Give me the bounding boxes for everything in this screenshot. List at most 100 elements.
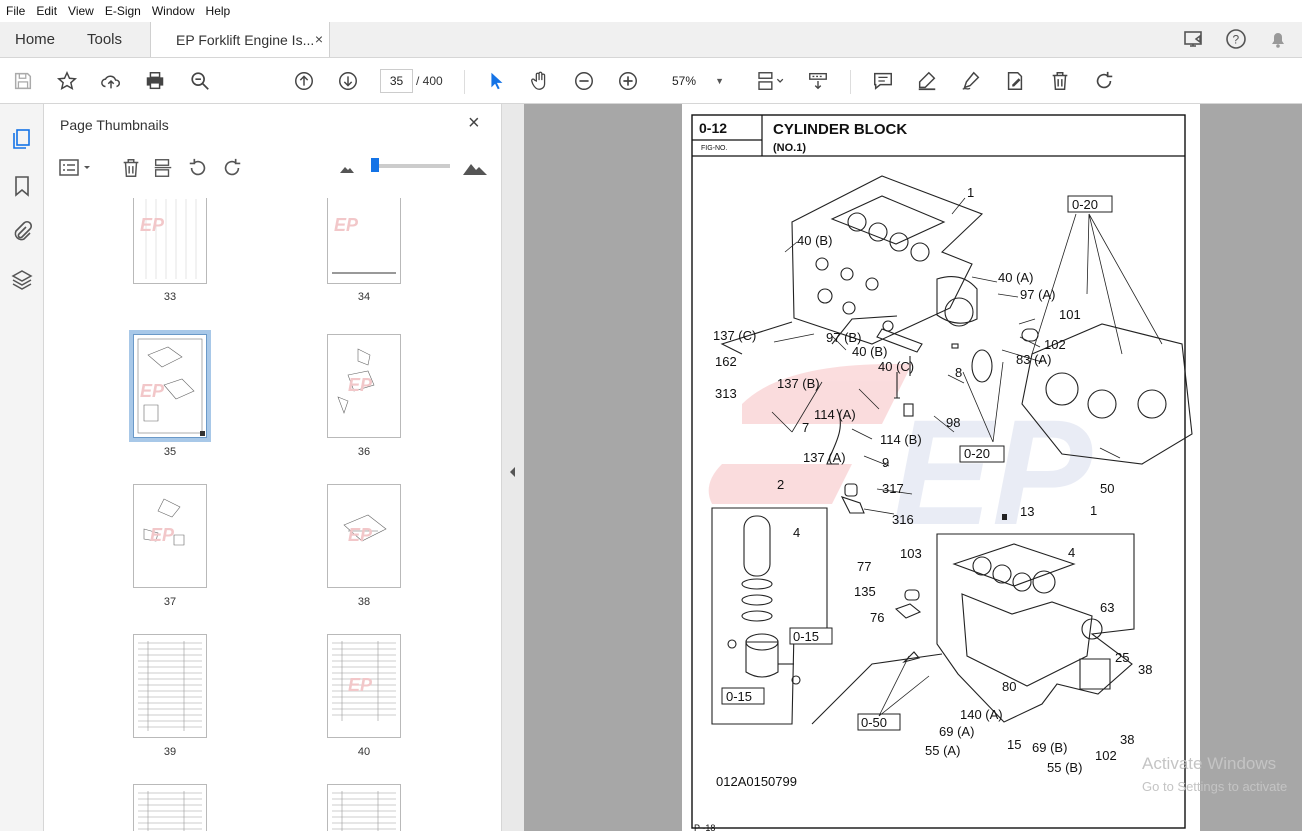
bookmark-star-button[interactable]	[53, 67, 81, 95]
previous-page-button[interactable]	[290, 67, 318, 95]
collapse-panel-icon[interactable]	[502, 462, 524, 482]
save-button[interactable]	[9, 67, 37, 95]
svg-text:EP: EP	[334, 215, 359, 235]
callout: 40 (B)	[797, 233, 832, 248]
panel-close-icon[interactable]: ×	[468, 112, 480, 135]
callout: 0-15	[793, 629, 819, 644]
sign-button[interactable]	[957, 67, 985, 95]
select-tool-button[interactable]	[482, 67, 510, 95]
thumbnail-page[interactable]: EP	[133, 198, 207, 284]
zoom-search-button[interactable]	[186, 67, 214, 95]
toolbar-divider	[464, 70, 465, 94]
bookmark-icon[interactable]	[10, 174, 34, 198]
thumbnail-page[interactable]	[327, 784, 401, 831]
thumbnail-page[interactable]: EP	[327, 198, 401, 284]
hand-icon	[531, 71, 546, 90]
tab-home[interactable]: Home	[0, 22, 72, 57]
comment-button[interactable]	[869, 67, 897, 95]
thumbnail-page[interactable]: EP	[327, 634, 401, 738]
page-number-input[interactable]: 35	[380, 69, 413, 93]
edit-pdf-button[interactable]	[1001, 67, 1029, 95]
tab-tools[interactable]: Tools	[72, 22, 150, 57]
tab-document[interactable]: EP Forklift Engine Is... ×	[150, 22, 330, 57]
callout: 317	[882, 481, 904, 496]
menu-bar: File Edit View E-Sign Window Help	[0, 0, 1302, 22]
ep-watermark-logo: EP	[708, 364, 1093, 556]
print-button[interactable]	[141, 67, 169, 95]
rotate-counterclockwise-icon[interactable]	[187, 156, 209, 180]
highlight-button[interactable]	[913, 67, 941, 95]
scroll-mode-button[interactable]	[804, 67, 832, 95]
callout: 76	[870, 610, 884, 625]
panel-title: Page Thumbnails	[60, 117, 169, 133]
thumbnail-page-selected[interactable]: EP	[129, 330, 211, 442]
menu-help[interactable]: Help	[206, 4, 231, 18]
small-mountain-icon	[340, 167, 354, 173]
menu-edit[interactable]: Edit	[36, 4, 57, 18]
thumbnail-page[interactable]: EP	[133, 484, 207, 588]
help-icon[interactable]: ?	[1224, 27, 1248, 51]
callout: 1	[1090, 503, 1097, 518]
document-page: EP 0-12 FIG-NO. CYLINDER BLOCK (NO.1) 1 …	[682, 104, 1200, 831]
thumbnail-page[interactable]	[133, 784, 207, 831]
thumbnail-preview-image: EP	[140, 199, 197, 279]
panel-splitter[interactable]	[502, 104, 524, 831]
tab-document-label: EP Forklift Engine Is...	[176, 31, 315, 48]
callout: 102	[1095, 748, 1117, 763]
callout: 103	[900, 546, 922, 561]
thumbnail-page-number: 36	[357, 446, 371, 458]
share-screen-icon[interactable]	[1182, 27, 1206, 51]
upload-button[interactable]	[97, 67, 125, 95]
thumbnail-list: EP 33 EP 34 EP 35 EP 36 EP 37 EP 38 39 E…	[58, 198, 488, 831]
rotate-clockwise-icon[interactable]	[221, 156, 243, 180]
thumbnail-page-number: 35	[163, 446, 177, 458]
thumbnail-page-number: 34	[357, 291, 371, 303]
activate-windows-title: Activate Windows	[1142, 754, 1277, 773]
zoom-level-select[interactable]: 57% ▼	[658, 69, 730, 93]
svg-text:EP: EP	[348, 375, 373, 395]
rotate-button[interactable]	[1090, 67, 1118, 95]
thumbnail-size-slider[interactable]	[374, 164, 450, 168]
callout: 114 (B)	[880, 432, 922, 447]
tab-close-icon[interactable]: ×	[315, 31, 323, 47]
callout: 4	[793, 525, 800, 540]
callout: 0-15	[726, 689, 752, 704]
edit-document-icon	[1007, 72, 1023, 90]
parts-diagram: EP 0-12 FIG-NO. CYLINDER BLOCK (NO.1) 1 …	[691, 114, 1193, 831]
zoom-out-button[interactable]	[570, 67, 598, 95]
next-page-button[interactable]	[334, 67, 362, 95]
thumbnail-options-button[interactable]	[58, 156, 94, 180]
thumbnail-page[interactable]	[133, 634, 207, 738]
fit-page-icon	[758, 72, 784, 90]
svg-text:EP: EP	[140, 215, 165, 235]
page-thumbnails-icon[interactable]	[10, 126, 34, 150]
callout: 69 (B)	[1032, 740, 1067, 755]
notification-bell-icon[interactable]	[1266, 27, 1290, 51]
thumbnail-page-number: 38	[357, 596, 371, 608]
layers-icon[interactable]	[10, 268, 34, 292]
slider-handle[interactable]	[371, 158, 379, 172]
star-icon	[56, 70, 78, 90]
thumbnail-page[interactable]: EP	[327, 334, 401, 438]
menu-view[interactable]: View	[68, 4, 94, 18]
tab-right-icons: ?	[1182, 27, 1290, 51]
thumbnail-preview-image	[332, 791, 396, 831]
document-viewer[interactable]: EP 0-12 FIG-NO. CYLINDER BLOCK (NO.1) 1 …	[524, 104, 1302, 831]
fit-page-button[interactable]	[750, 67, 790, 95]
attachment-icon[interactable]	[10, 219, 34, 243]
menu-esign[interactable]: E-Sign	[105, 4, 141, 18]
hand-tool-button[interactable]	[526, 67, 554, 95]
callout: 2	[777, 477, 784, 492]
thumb-delete-icon[interactable]	[120, 156, 142, 180]
callout: 101	[1059, 307, 1081, 322]
delete-button[interactable]	[1046, 67, 1074, 95]
callout: 8	[955, 365, 962, 380]
callout: 114 (A)	[814, 407, 856, 422]
thumb-insert-icon[interactable]	[152, 156, 174, 180]
menu-file[interactable]: File	[6, 4, 25, 18]
menu-window[interactable]: Window	[152, 4, 195, 18]
zoom-in-button[interactable]	[614, 67, 642, 95]
comment-icon	[874, 72, 892, 90]
thumbnail-page[interactable]: EP	[327, 484, 401, 588]
callout: 83 (A)	[1016, 352, 1051, 367]
